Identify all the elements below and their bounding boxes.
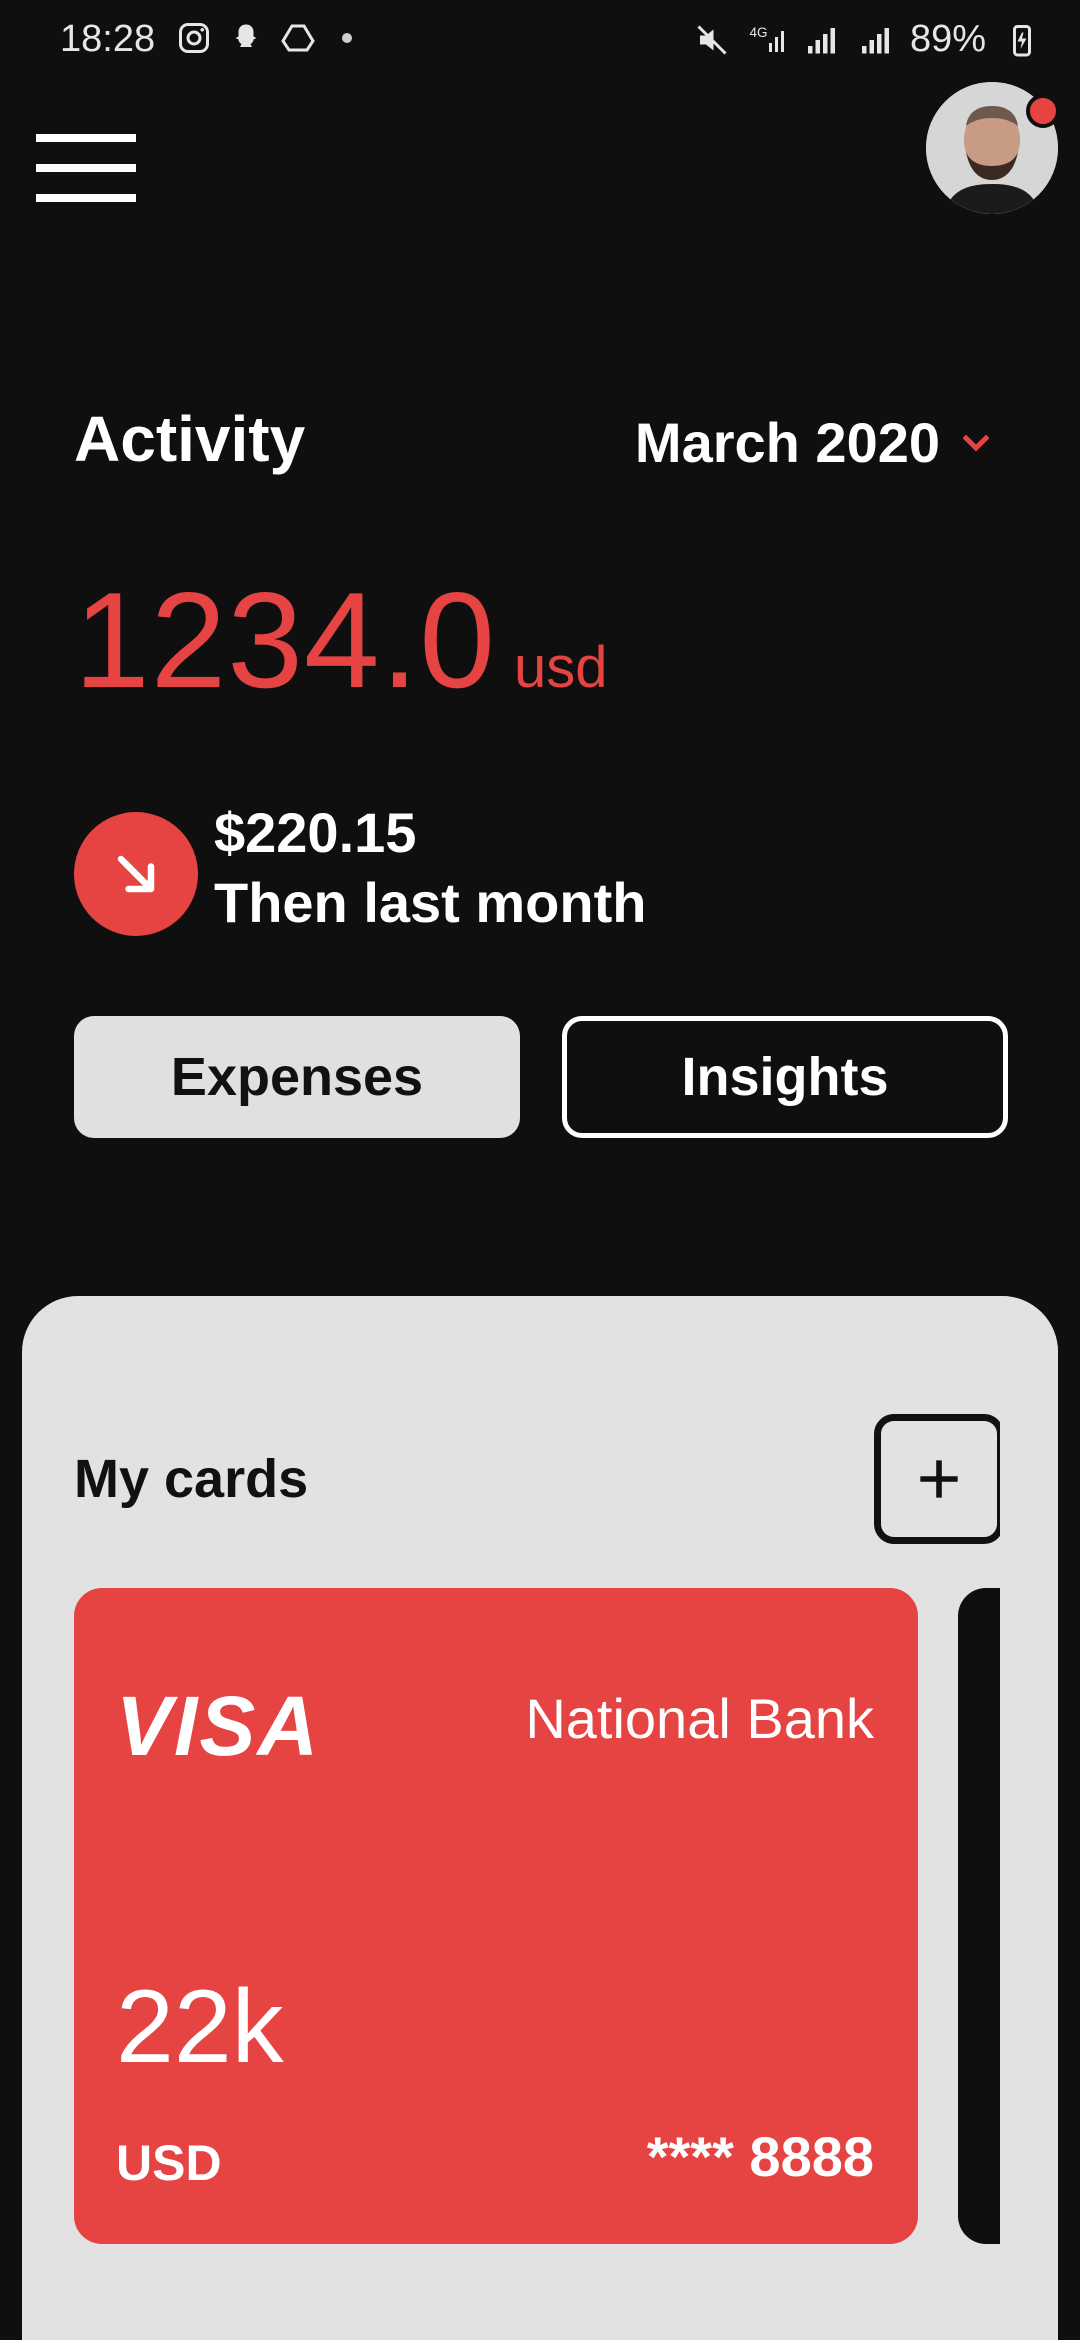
month-selector[interactable]: March 2020 [635, 410, 996, 475]
visa-logo: VISA [116, 1679, 321, 1773]
card-item[interactable]: VISA National Bank 22k USD **** 8888 [74, 1588, 918, 2244]
dot-icon [342, 33, 352, 43]
hamburger-line [36, 164, 136, 172]
activity-amount: 1234.0 usd [74, 562, 607, 718]
amount-unit: usd [513, 635, 608, 700]
status-bar: 18:28 4G 89% [0, 0, 1080, 84]
chevron-down-icon [962, 434, 990, 452]
status-left-icons [176, 20, 352, 56]
notification-badge [1026, 94, 1060, 128]
profile-avatar-button[interactable] [926, 82, 1060, 214]
status-time: 18:28 [60, 18, 156, 60]
hamburger-line [36, 194, 136, 202]
mute-icon [697, 24, 727, 55]
4g-signal-icon: 4G [749, 25, 784, 52]
hamburger-icon [36, 134, 136, 142]
amount-value: 1234.0 [74, 564, 496, 716]
instagram-icon [179, 23, 209, 53]
snapchat-icon [235, 24, 257, 47]
activity-title: Activity [74, 403, 306, 475]
change-indicator [74, 812, 198, 936]
status-right-icons: 4G 89% [694, 18, 1040, 61]
add-card-button[interactable] [874, 1414, 1004, 1544]
panel-edge [1000, 1296, 1058, 2340]
card-balance: 22k [116, 1969, 284, 2085]
signal-icon [807, 27, 835, 53]
insights-button[interactable]: Insights [562, 1016, 1008, 1138]
battery-percent: 89% [909, 18, 986, 60]
expenses-button[interactable]: Expenses [74, 1016, 520, 1138]
change-amount: $220.15 [214, 801, 417, 864]
plus-icon [920, 1460, 958, 1498]
menu-button[interactable] [36, 134, 136, 204]
drive-icon [281, 24, 315, 52]
signal-icon-2 [861, 27, 889, 53]
arrow-down-right-icon [117, 855, 155, 893]
month-label: March 2020 [634, 411, 940, 474]
my-cards-panel: My cards VISA National Bank 22k USD ****… [22, 1296, 1058, 2340]
my-cards-title: My cards [74, 1449, 309, 1509]
card-number: **** 8888 [646, 2125, 874, 2188]
card-bank-name: National Bank [525, 1687, 874, 1750]
battery-charging-icon [1013, 24, 1031, 56]
svg-text:4G: 4G [749, 25, 767, 40]
change-label: Then last month [214, 871, 647, 934]
card-currency: USD [116, 2135, 222, 2191]
